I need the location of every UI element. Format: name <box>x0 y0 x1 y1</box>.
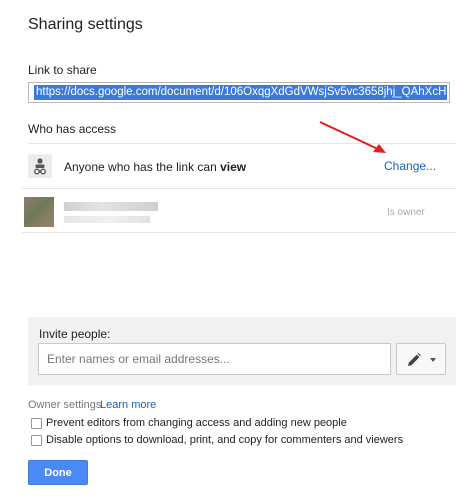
permission-dropdown-button[interactable] <box>396 343 446 375</box>
owner-settings-label: Owner settings <box>28 399 102 411</box>
option-label: Prevent editors from changing access and… <box>46 417 347 429</box>
link-access-prefix: Anyone who has the link can <box>64 160 221 174</box>
owner-role-label: Is owner <box>387 207 425 218</box>
option-disable-download[interactable]: Disable options to download, print, and … <box>31 434 403 446</box>
option-prevent-editors[interactable]: Prevent editors from changing access and… <box>31 417 347 429</box>
link-field[interactable]: https://docs.google.com/document/d/106Ox… <box>28 82 450 103</box>
owner-email-redacted <box>64 216 150 223</box>
pencil-icon <box>408 353 421 366</box>
person-link-icon <box>28 154 52 178</box>
divider <box>22 232 456 233</box>
link-label: Link to share <box>28 63 97 77</box>
who-has-access-label: Who has access <box>28 122 117 136</box>
option-label: Disable options to download, print, and … <box>46 434 404 446</box>
invite-label: Invite people: <box>39 327 111 341</box>
done-button[interactable]: Done <box>28 460 88 485</box>
change-access-link[interactable]: Change... <box>384 159 436 173</box>
invite-panel: Invite people: <box>28 317 456 385</box>
checkbox[interactable] <box>31 417 42 429</box>
annotation-arrow <box>319 121 386 153</box>
avatar <box>24 197 54 227</box>
caret-down-icon <box>430 358 436 362</box>
link-access-description: Anyone who has the link can view <box>64 160 246 174</box>
checkbox[interactable] <box>31 434 42 446</box>
invite-input[interactable] <box>38 343 391 375</box>
link-url-text[interactable]: https://docs.google.com/document/d/106Ox… <box>34 85 447 100</box>
owner-name-redacted <box>64 202 158 211</box>
divider <box>22 188 456 189</box>
link-access-permission: view <box>220 160 247 174</box>
dialog-title: Sharing settings <box>28 16 143 33</box>
divider <box>28 143 456 144</box>
learn-more-link[interactable]: Learn more <box>100 399 156 411</box>
